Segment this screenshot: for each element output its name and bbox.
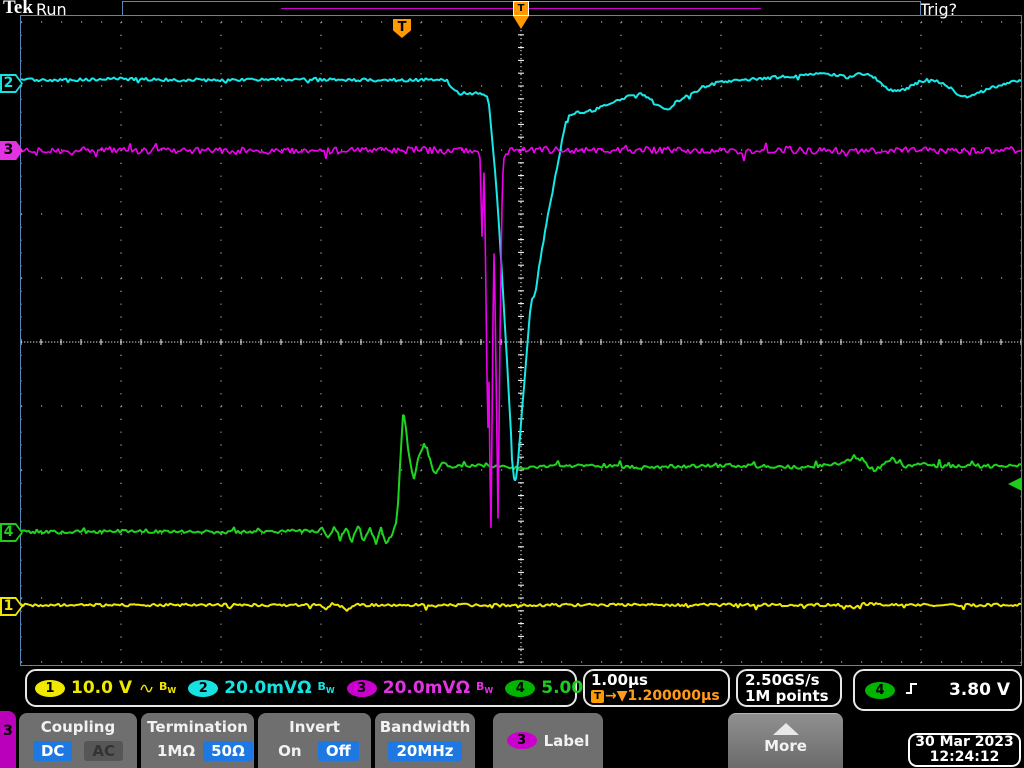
label-channel-badge: 3 — [506, 732, 537, 749]
label-title: Label — [543, 731, 590, 750]
delay-value: 1.200000µs — [627, 688, 720, 704]
invert-on-option[interactable]: On — [270, 741, 309, 761]
delay-arrow-icon: → — [605, 688, 617, 704]
ch1-scale: 10.0 V — [71, 678, 133, 698]
datetime-display: 30 Mar 2023 12:24:12 — [908, 733, 1021, 767]
termination-button[interactable]: Termination 1MΩ 50Ω — [141, 713, 254, 768]
coupling-ac-option[interactable]: AC — [84, 741, 124, 761]
coupling-dc-option[interactable]: DC — [32, 741, 73, 761]
acquisition-status: Run — [36, 0, 67, 19]
ch4-marker-label: 4 — [3, 524, 14, 540]
invert-button[interactable]: Invert On Off — [258, 713, 371, 768]
horizontal-readout: 1.00µs T → ▼ 1.200000µs — [583, 669, 730, 707]
record-view-bar: T — [122, 1, 921, 16]
record-trigger-flag-icon[interactable]: T — [513, 1, 529, 16]
bandwidth-value[interactable]: 20MHz — [388, 741, 462, 761]
bandwidth-button[interactable]: Bandwidth 20MHz — [375, 713, 475, 768]
menu-channel-tab[interactable]: 3 — [0, 711, 16, 768]
ch4-ground-marker[interactable]: 4 — [0, 523, 23, 542]
tek-logo: Tek — [3, 0, 33, 18]
trigger-source-badge: 4 — [865, 681, 895, 699]
ch2-badge: 2 — [188, 679, 219, 697]
ch1-bw-limit-badge: BW — [159, 680, 177, 696]
ch2-scale: 20.0mVΩ — [224, 678, 312, 698]
invert-title: Invert — [289, 718, 340, 736]
ch3-ground-marker[interactable]: 3 — [0, 141, 23, 160]
coupling-title: Coupling — [40, 718, 116, 736]
ch1-marker-label: 1 — [3, 598, 14, 614]
ch3-scale: 20.0mVΩ — [382, 678, 471, 698]
trigger-level-value: 3.80 V — [948, 680, 1010, 700]
ch4-badge: 4 — [505, 679, 536, 697]
graticule-frame — [20, 15, 1022, 666]
ch1-badge: 1 — [35, 679, 65, 697]
delay-trigger-flag-icon: T — [591, 689, 604, 703]
more-title: More — [764, 737, 807, 755]
trigger-position-marker-icon[interactable] — [513, 16, 529, 29]
ch1-ground-marker[interactable]: 1 — [0, 597, 23, 616]
termination-50-option[interactable]: 50Ω — [203, 741, 253, 761]
channel-scale-readouts: 1 10.0 V BW 2 20.0mVΩ BW 3 20.0mVΩ BW 4 … — [25, 669, 647, 707]
trigger-level-marker-icon[interactable] — [1008, 477, 1022, 491]
date-value: 30 Mar 2023 — [915, 734, 1014, 750]
ch3-marker-label: 3 — [3, 142, 14, 158]
label-button[interactable]: 3 Label — [493, 713, 603, 768]
coupling-button[interactable]: Coupling DC AC — [19, 713, 137, 768]
ch3-badge: 3 — [346, 679, 377, 697]
ch2-bw-limit-badge: BW — [317, 680, 335, 696]
trigger-status: Trig? — [920, 0, 958, 19]
ch1-coupling-sine-icon — [140, 679, 153, 698]
record-length: 1M points — [745, 687, 829, 705]
oscilloscope-screen: Tek Run Trig? T T 2 3 4 1 1 10.0 V BW 2 … — [0, 0, 1024, 768]
bandwidth-title: Bandwidth — [379, 718, 471, 736]
trigger-slope-icon — [905, 681, 920, 700]
acquisition-readout: 2.50GS/s 1M points — [736, 669, 842, 707]
ch2-ground-marker[interactable]: 2 — [0, 74, 23, 93]
termination-1m-option[interactable]: 1MΩ — [149, 741, 203, 761]
termination-title: Termination — [147, 718, 248, 736]
ch3-bw-limit-badge: BW — [476, 680, 494, 696]
horizontal-scale: 1.00µs — [591, 671, 648, 689]
sample-rate: 2.50GS/s — [745, 671, 820, 689]
more-button[interactable]: More — [728, 713, 843, 768]
ch2-marker-label: 2 — [3, 75, 14, 91]
time-value: 12:24:12 — [929, 749, 1000, 765]
delay-expansion-icon: ▼ — [616, 688, 628, 704]
invert-off-option[interactable]: Off — [317, 741, 359, 761]
horizontal-delay: T → ▼ 1.200000µs — [591, 688, 722, 704]
trigger-readout: 4 3.80 V — [853, 669, 1022, 711]
more-up-arrow-icon — [772, 723, 799, 735]
